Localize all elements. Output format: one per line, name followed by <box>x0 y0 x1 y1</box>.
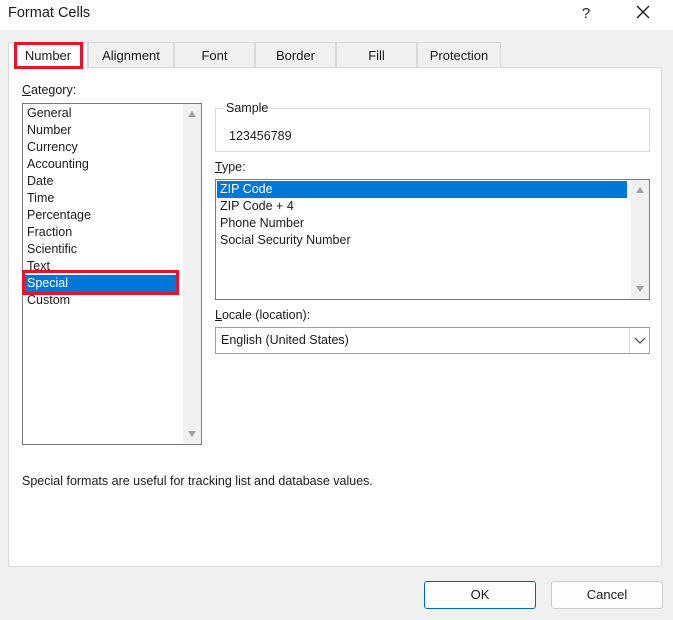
category-item-fraction[interactable]: Fraction <box>24 224 180 241</box>
tab-font[interactable]: Font <box>174 42 255 68</box>
sample-value: 123456789 <box>229 129 292 143</box>
locale-dropdown-button[interactable] <box>629 328 649 353</box>
sample-label: Sample <box>224 101 271 115</box>
tab-border[interactable]: Border <box>255 42 336 68</box>
category-label: Category: <box>22 83 77 97</box>
category-item-scientific[interactable]: Scientific <box>24 241 180 258</box>
category-item-time[interactable]: Time <box>24 190 180 207</box>
category-item-special[interactable]: Special <box>24 275 176 292</box>
number-tab-highlight <box>14 42 83 69</box>
type-label: Type: <box>215 160 246 174</box>
chevron-down-icon <box>634 337 646 344</box>
scroll-up-arrow-icon[interactable] <box>188 111 196 117</box>
category-item-general[interactable]: General <box>24 105 180 122</box>
type-list[interactable]: ZIP Code ZIP Code + 4 Phone Number Socia… <box>215 179 650 300</box>
category-list[interactable]: General Number Currency Accounting Date … <box>22 103 202 445</box>
sample-group: Sample 123456789 <box>215 101 650 152</box>
dialog-title: Format Cells <box>8 5 91 21</box>
category-item-text[interactable]: Text <box>24 258 180 275</box>
type-scrollbar[interactable] <box>631 180 649 299</box>
ok-button[interactable]: OK <box>424 581 536 609</box>
scroll-down-arrow-icon[interactable] <box>636 286 644 292</box>
type-item-zip-code-plus-4[interactable]: ZIP Code + 4 <box>217 198 627 215</box>
tab-protection[interactable]: Protection <box>417 42 501 68</box>
category-scrollbar[interactable] <box>183 104 201 444</box>
close-button[interactable] <box>627 0 659 26</box>
type-item-zip-code[interactable]: ZIP Code <box>217 181 627 198</box>
type-item-phone-number[interactable]: Phone Number <box>217 215 627 232</box>
locale-value: English (United States) <box>221 333 349 347</box>
number-tab-panel: Category: General Number Currency Accoun… <box>8 67 662 567</box>
help-button[interactable]: ? <box>575 3 597 25</box>
title-bar: Format Cells ? <box>0 0 673 30</box>
category-item-date[interactable]: Date <box>24 173 180 190</box>
close-icon <box>636 5 650 19</box>
tab-alignment[interactable]: Alignment <box>88 42 174 68</box>
locale-dropdown[interactable]: English (United States) <box>215 327 650 354</box>
category-item-percentage[interactable]: Percentage <box>24 207 180 224</box>
description-text: Special formats are useful for tracking … <box>22 474 373 488</box>
category-item-accounting[interactable]: Accounting <box>24 156 180 173</box>
category-item-currency[interactable]: Currency <box>24 139 180 156</box>
scroll-down-arrow-icon[interactable] <box>188 431 196 437</box>
category-item-number[interactable]: Number <box>24 122 180 139</box>
tab-number[interactable]: Number <box>8 42 88 69</box>
locale-label: Locale (location): <box>215 308 311 322</box>
cancel-button[interactable]: Cancel <box>551 581 663 609</box>
type-item-ssn[interactable]: Social Security Number <box>217 232 627 249</box>
category-item-custom[interactable]: Custom <box>24 292 180 309</box>
tab-fill[interactable]: Fill <box>336 42 417 68</box>
scroll-up-arrow-icon[interactable] <box>636 187 644 193</box>
